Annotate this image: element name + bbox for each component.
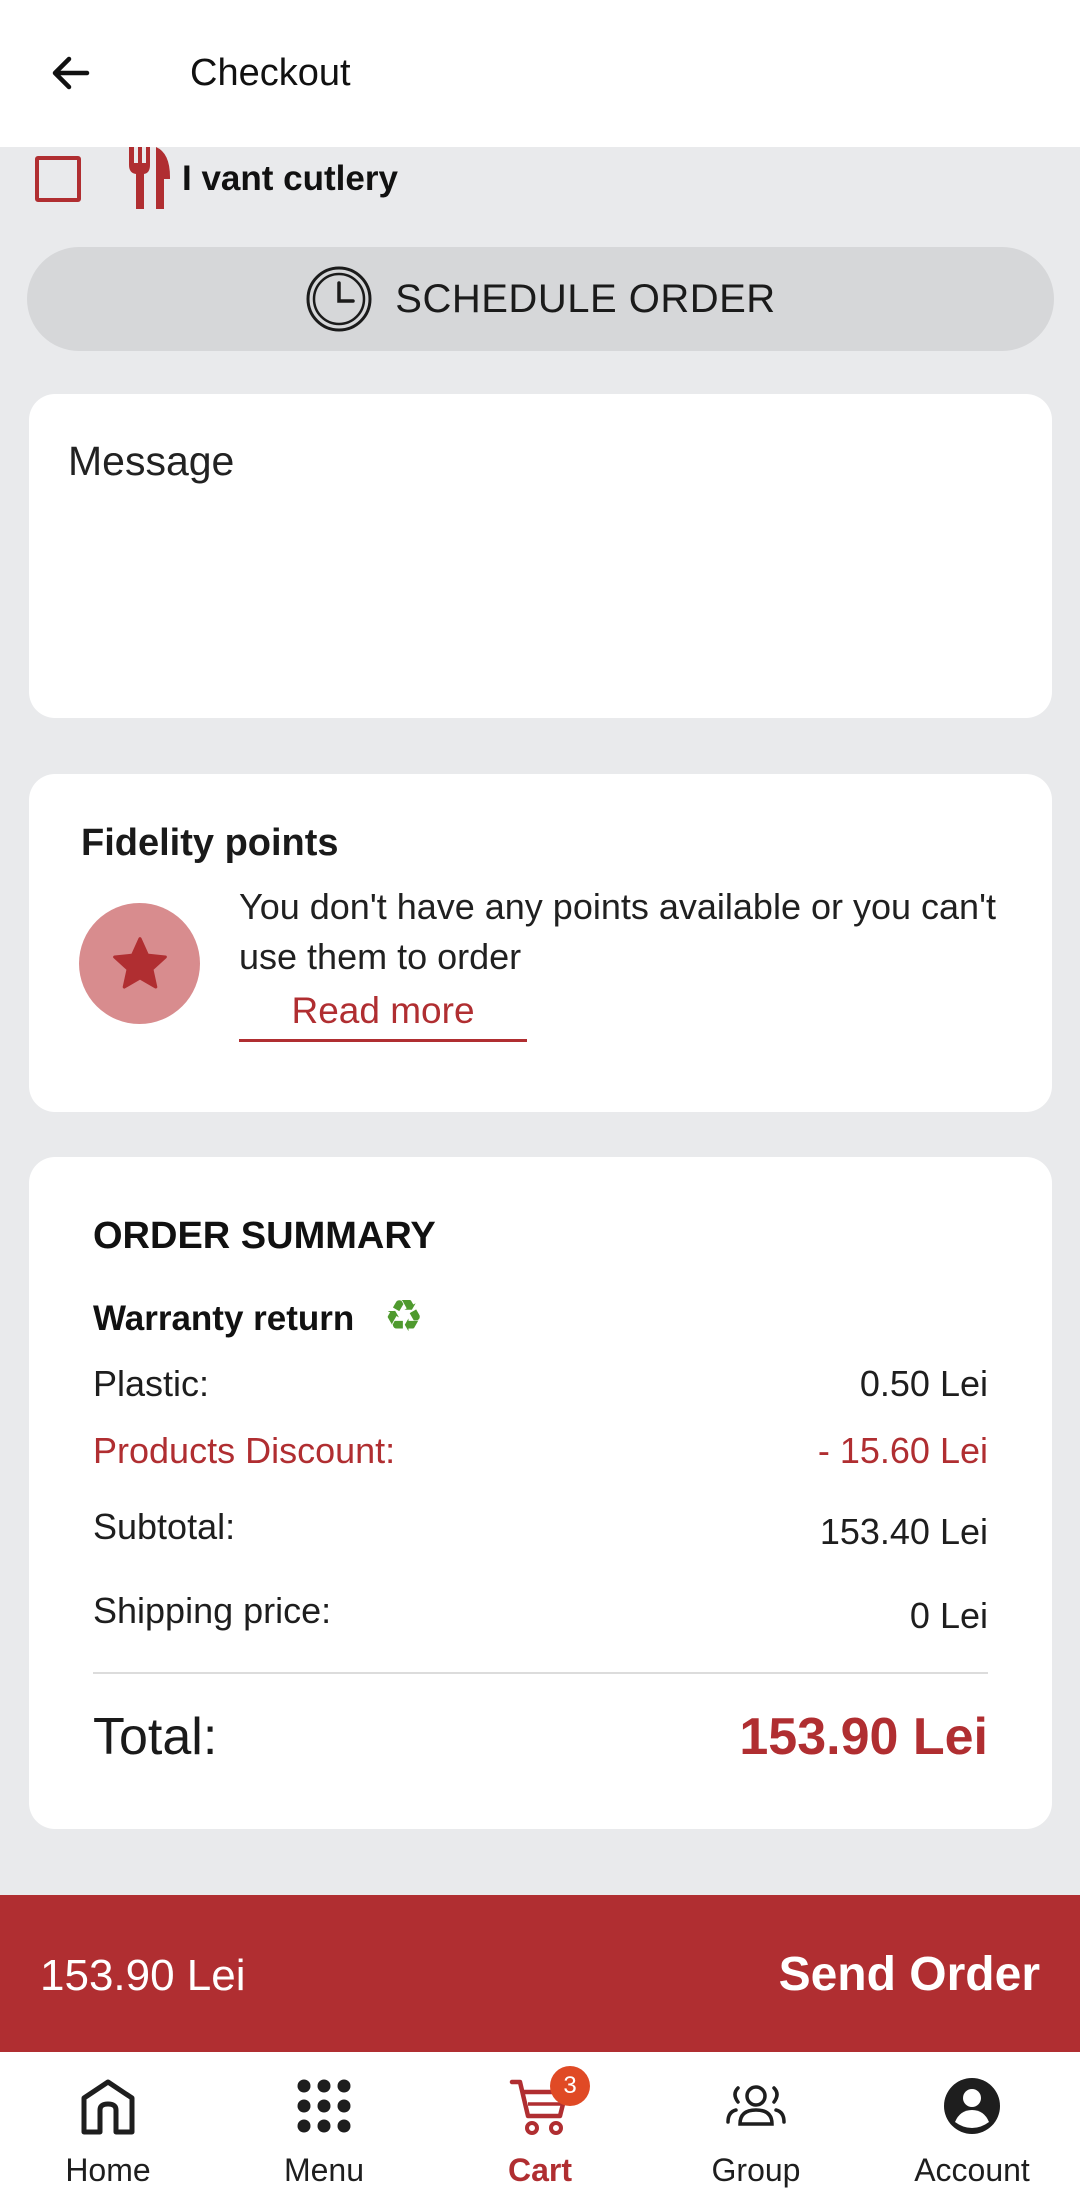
shipping-price-label: Shipping price: — [93, 1590, 332, 1631]
back-button[interactable] — [40, 42, 102, 104]
app-bar: Checkout — [0, 0, 1080, 147]
cart-icon-wrap: 3 — [508, 2066, 590, 2138]
summary-divider — [93, 1672, 988, 1674]
plastic-label: Plastic: — [93, 1363, 210, 1404]
cutlery-icon — [129, 147, 170, 209]
warranty-return-label: Warranty return — [93, 1299, 355, 1338]
schedule-order-label: SCHEDULE ORDER — [395, 276, 776, 321]
nav-item-cart[interactable]: 3 Cart — [432, 2052, 648, 2199]
fidelity-points-card: Fidelity points You don't have any point… — [29, 774, 1052, 1112]
order-summary-title: ORDER SUMMARY — [93, 1215, 436, 1257]
read-more-link[interactable]: Read more — [239, 986, 527, 1042]
nav-label-account: Account — [914, 2152, 1030, 2188]
nav-item-home[interactable]: Home — [0, 2052, 216, 2199]
shipping-price-value: 0 Lei — [909, 1595, 988, 1636]
fidelity-badge — [79, 903, 200, 1024]
nav-label-cart: Cart — [507, 2152, 572, 2188]
nav-item-menu[interactable]: Menu — [216, 2052, 432, 2199]
home-icon — [81, 2079, 135, 2135]
grid-icon — [297, 2079, 351, 2133]
products-discount-label: Products Discount: — [93, 1430, 396, 1471]
subtotal-label: Subtotal: — [93, 1506, 236, 1547]
nav-label-home: Home — [65, 2152, 151, 2188]
total-label: Total: — [93, 1708, 218, 1766]
bottom-navigation: Home Menu 3 Cart Group Account — [0, 2052, 1080, 2199]
products-discount-value: - 15.60 Lei — [817, 1430, 988, 1471]
nav-label-group: Group — [711, 2152, 801, 2188]
plastic-value: 0.50 Lei — [859, 1363, 988, 1404]
nav-item-account[interactable]: Account — [864, 2052, 1080, 2199]
order-total-price: 153.90 Lei — [40, 1951, 246, 2000]
send-order-button[interactable]: Send Order — [779, 1947, 1040, 2002]
nav-label-menu: Menu — [283, 2152, 365, 2188]
send-order-bar[interactable]: 153.90 Lei Send Order — [0, 1895, 1080, 2052]
cutlery-option[interactable]: I vant cutlery — [0, 147, 1080, 209]
nav-item-group[interactable]: Group — [648, 2052, 864, 2199]
schedule-order-button[interactable]: SCHEDULE ORDER — [27, 247, 1054, 351]
fidelity-title: Fidelity points — [81, 822, 339, 864]
message-input[interactable]: Message — [29, 394, 1052, 718]
order-summary-card: ORDER SUMMARY Warranty return ♻ Plastic:… — [29, 1157, 1052, 1829]
page-title: Checkout — [190, 52, 351, 94]
cart-count-badge: 3 — [550, 2066, 590, 2106]
fidelity-description: You don't have any points available or y… — [239, 886, 996, 977]
account-icon — [944, 2078, 1000, 2134]
cutlery-label: I vant cutlery — [182, 159, 398, 198]
cutlery-checkbox[interactable] — [35, 156, 81, 202]
clock-icon — [306, 266, 372, 332]
recycle-icon: ♻ — [384, 1292, 424, 1341]
group-icon — [726, 2085, 786, 2126]
message-placeholder: Message — [68, 438, 235, 484]
arrow-left-icon — [52, 56, 90, 90]
subtotal-value: 153.40 Lei — [819, 1511, 988, 1552]
total-value: 153.90 Lei — [739, 1708, 988, 1766]
star-icon — [112, 936, 167, 989]
